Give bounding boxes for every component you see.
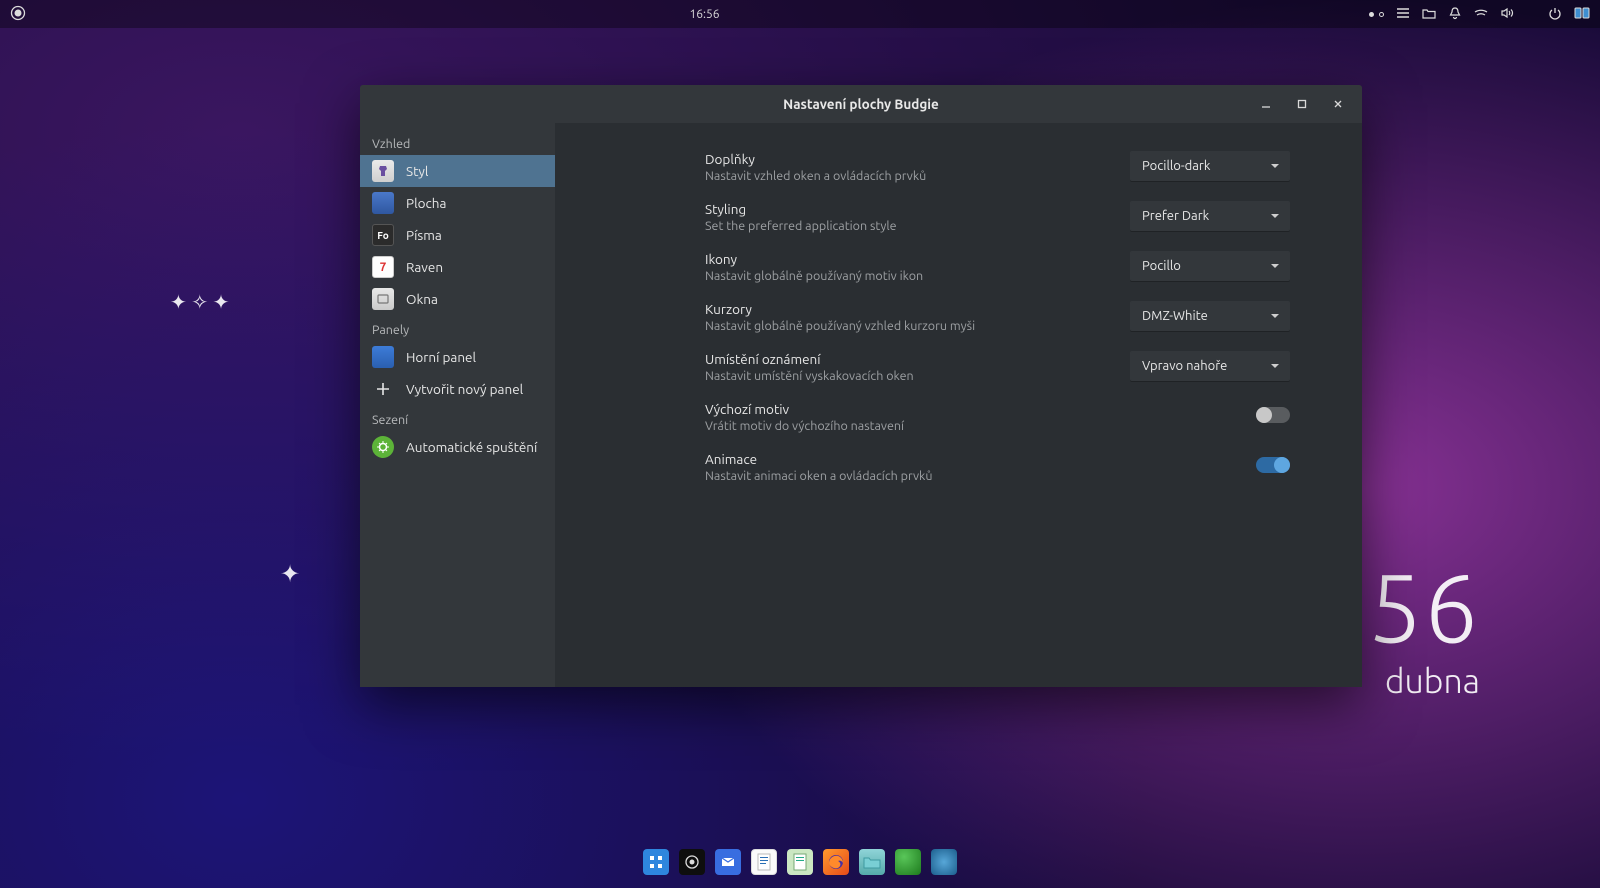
chevron-down-icon (1270, 311, 1280, 321)
desktop-icon (372, 192, 394, 214)
dock-app-mail[interactable] (715, 849, 741, 875)
setting-desc: Set the preferred application style (705, 219, 897, 233)
setting-row-styling: Styling Set the preferred application st… (705, 201, 1290, 233)
icon-theme-combo[interactable]: Pocillo (1130, 251, 1290, 281)
sidebar-item-desktop[interactable]: Plocha (360, 187, 555, 219)
notification-position-combo[interactable]: Vpravo nahoře (1130, 351, 1290, 381)
fonts-icon: Fo (372, 224, 394, 246)
combo-value: DMZ-White (1142, 309, 1208, 323)
settings-content: Doplňky Nastavit vzhled oken a ovládacíc… (555, 123, 1362, 687)
setting-title: Styling (705, 201, 897, 217)
setting-row-widgets: Doplňky Nastavit vzhled oken a ovládacíc… (705, 151, 1290, 183)
setting-title: Doplňky (705, 151, 926, 167)
setting-desc: Nastavit globálně používaný vzhled kurzo… (705, 319, 975, 333)
setting-row-cursors: Kurzory Nastavit globálně používaný vzhl… (705, 301, 1290, 333)
window-maximize-button[interactable] (1284, 85, 1320, 123)
sidebar-item-windows[interactable]: Okna (360, 283, 555, 315)
dock-app-firefox[interactable] (823, 849, 849, 875)
sidebar-section-session: Sezení (360, 405, 555, 431)
chevron-down-icon (1270, 261, 1280, 271)
setting-desc: Vrátit motiv do výchozího nastavení (705, 419, 904, 433)
chevron-down-icon (1270, 161, 1280, 171)
raven-calendar-icon: 7 (372, 256, 394, 278)
dock-app-software[interactable] (931, 849, 957, 875)
power-icon[interactable] (1548, 6, 1562, 23)
sidebar-item-label: Okna (406, 291, 438, 307)
combo-value: Pocillo (1142, 259, 1181, 273)
setting-row-default-theme: Výchozí motiv Vrátit motiv do výchozího … (705, 401, 1290, 433)
raven-icon[interactable] (1574, 6, 1590, 23)
setting-title: Ikony (705, 251, 923, 267)
setting-desc: Nastavit animaci oken a ovládacích prvků (705, 469, 933, 483)
combo-value: Prefer Dark (1142, 209, 1209, 223)
panel-clock[interactable]: 16:56 (40, 8, 1369, 21)
combo-value: Pocillo-dark (1142, 159, 1210, 173)
sidebar-item-autostart[interactable]: Automatické spuštění (360, 431, 555, 463)
files-icon[interactable] (1422, 6, 1436, 23)
wallpaper-decoration: ✦ ✧ ✦ (170, 290, 229, 314)
sidebar-item-label: Plocha (406, 195, 446, 211)
dock (635, 844, 965, 880)
sidebar-section-appearance: Vzhled (360, 129, 555, 155)
cursor-theme-combo[interactable]: DMZ-White (1130, 301, 1290, 331)
setting-title: Umístění oznámení (705, 351, 914, 367)
dock-app-calc[interactable] (787, 849, 813, 875)
dock-app-terminal[interactable] (895, 849, 921, 875)
sidebar-item-style[interactable]: Styl (360, 155, 555, 187)
sidebar-item-label: Styl (406, 163, 428, 179)
setting-row-icons: Ikony Nastavit globálně používaný motiv … (705, 251, 1290, 283)
sidebar-item-new-panel[interactable]: Vytvořit nový panel (360, 373, 555, 405)
setting-row-notification-position: Umístění oznámení Nastavit umístění vysk… (705, 351, 1290, 383)
dock-app-budgie-settings[interactable] (679, 849, 705, 875)
settings-sidebar: Vzhled Styl Plocha Fo Písma 7 Raven Okna (360, 123, 555, 687)
dock-app-showapps[interactable] (643, 849, 669, 875)
window-titlebar[interactable]: Nastavení plochy Budgie (360, 85, 1362, 123)
setting-desc: Nastavit globálně používaný motiv ikon (705, 269, 923, 283)
chevron-down-icon (1270, 361, 1280, 371)
sidebar-item-label: Raven (406, 259, 443, 275)
notifications-icon[interactable] (1448, 6, 1462, 23)
setting-row-animations: Animace Nastavit animaci oken a ovládací… (705, 451, 1290, 483)
setting-desc: Nastavit vzhled oken a ovládacích prvků (705, 169, 926, 183)
sidebar-item-label: Písma (406, 227, 442, 243)
sidebar-item-label: Automatické spuštění (406, 439, 537, 455)
app-style-combo[interactable]: Prefer Dark (1130, 201, 1290, 231)
window-minimize-button[interactable] (1248, 85, 1284, 123)
sidebar-item-fonts[interactable]: Fo Písma (360, 219, 555, 251)
sidebar-item-raven[interactable]: 7 Raven (360, 251, 555, 283)
budgie-menu-icon[interactable] (10, 5, 26, 24)
network-icon[interactable] (1474, 6, 1488, 23)
dock-app-files[interactable] (859, 849, 885, 875)
sidebar-item-label: Vytvořit nový panel (406, 381, 523, 397)
widgets-theme-combo[interactable]: Pocillo-dark (1130, 151, 1290, 181)
dock-app-writer[interactable] (751, 849, 777, 875)
sidebar-section-panels: Panely (360, 315, 555, 341)
top-panel: 16:56 (0, 0, 1600, 28)
volume-icon[interactable] (1500, 6, 1514, 23)
animations-switch[interactable] (1256, 457, 1290, 473)
chevron-down-icon (1270, 211, 1280, 221)
settings-window: Nastavení plochy Budgie Vzhled Styl Ploc… (360, 85, 1362, 687)
setting-desc: Nastavit umístění vyskakovacích oken (705, 369, 914, 383)
combo-value: Vpravo nahoře (1142, 359, 1227, 373)
windows-icon (372, 288, 394, 310)
default-theme-switch[interactable] (1256, 407, 1290, 423)
workspace-switcher[interactable] (1369, 12, 1384, 17)
window-close-button[interactable] (1320, 85, 1356, 123)
setting-title: Kurzory (705, 301, 975, 317)
plus-icon (372, 378, 394, 400)
setting-title: Výchozí motiv (705, 401, 904, 417)
wallpaper-decoration: ✦ (280, 560, 300, 588)
autostart-icon (372, 436, 394, 458)
menu-icon[interactable] (1396, 6, 1410, 23)
panel-icon (372, 346, 394, 368)
sidebar-item-top-panel[interactable]: Horní panel (360, 341, 555, 373)
setting-title: Animace (705, 451, 933, 467)
sidebar-item-label: Horní panel (406, 349, 476, 365)
window-title: Nastavení plochy Budgie (783, 96, 939, 112)
style-icon (372, 160, 394, 182)
